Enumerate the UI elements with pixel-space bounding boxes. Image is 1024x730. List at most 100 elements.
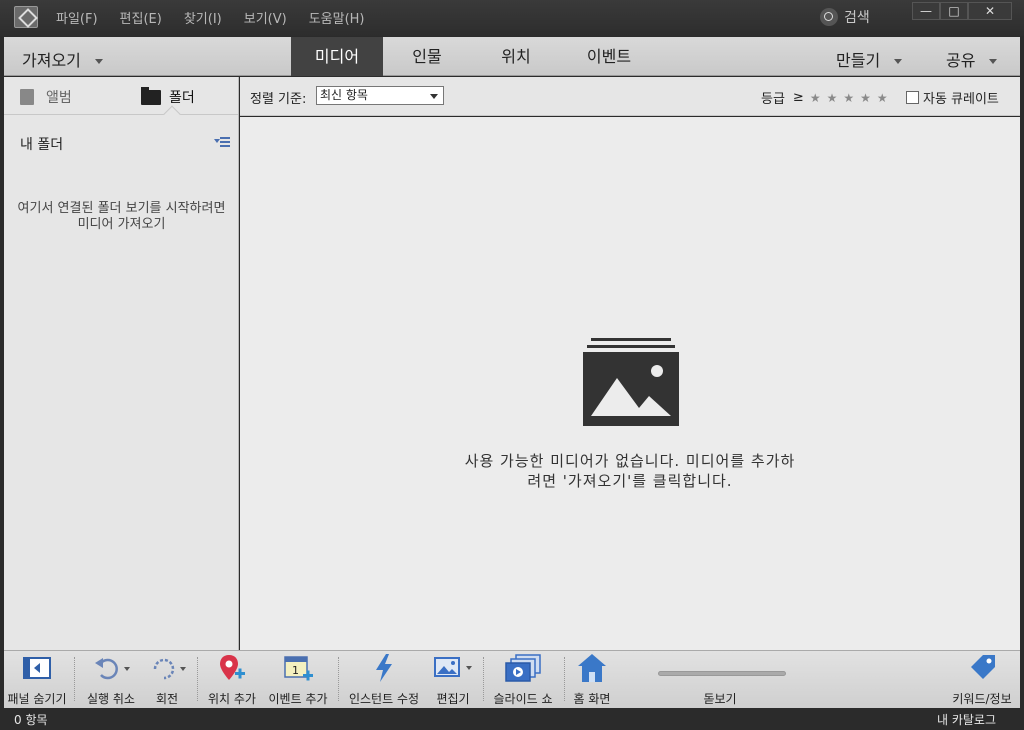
slideshow-icon — [505, 654, 541, 682]
empty-media-icon — [583, 338, 679, 426]
instant-fix-button[interactable]: 인스턴트 수정 — [344, 651, 424, 709]
folder-icon — [141, 86, 161, 105]
menu-edit[interactable]: 편집(E) — [120, 8, 162, 27]
folders-empty-message: 여기서 연결된 폴더 보기를 시작하려면미디어 가져오기 — [17, 201, 226, 232]
toolbar-divider — [483, 657, 484, 701]
left-panel: 앨범 폴더 내 폴더 여기서 연결된 폴더 보기를 시작하려면미디어 가져오기 — [4, 77, 239, 650]
home-screen-button[interactable]: 홈 화면 — [568, 651, 616, 709]
search-label: 검색 — [844, 10, 870, 26]
calendar-add-icon: 1 — [284, 656, 313, 681]
share-label: 공유 — [946, 51, 976, 70]
slideshow-label: 슬라이드 쇼 — [493, 692, 553, 706]
sort-bar: 정렬 기준: 최신 항목 등급 ≥ ★ ★ ★ ★ ★ 자동 큐레이트 — [240, 77, 1020, 116]
slideshow-button[interactable]: 슬라이드 쇼 — [488, 651, 558, 709]
editor-label: 편집기 — [436, 692, 470, 706]
title-bar: 파일(F) 편집(E) 찾기(I) 보기(V) 도움말(H) 검색 — □ ✕ — [0, 0, 1024, 36]
zoom-label: 돋보기 — [703, 692, 737, 706]
star-icon[interactable]: ★ — [810, 91, 821, 105]
rotate-button[interactable]: 회전 — [144, 651, 190, 709]
item-count: 0 항목 — [14, 713, 48, 727]
chevron-down-icon — [894, 59, 903, 64]
toolbar-divider — [338, 657, 339, 701]
bottom-toolbar: 패널 숨기기 실행 취소 회전 위치 추가 1 이벤트 추가 인스턴트 수정 편… — [4, 650, 1020, 708]
add-event-label: 이벤트 추가 — [268, 692, 328, 706]
left-panel-tabs: 앨범 폴더 — [4, 77, 238, 123]
panel-toggle-icon — [23, 657, 51, 679]
create-dropdown[interactable]: 만들기 — [836, 47, 903, 71]
app-logo-icon[interactable] — [14, 6, 38, 28]
active-tab-pointer — [163, 105, 181, 123]
my-folders-heading: 내 폴더 — [20, 137, 64, 153]
editor-button[interactable]: 편집기 — [428, 651, 478, 709]
close-button[interactable]: ✕ — [968, 2, 1012, 20]
album-icon — [20, 89, 34, 105]
catalog-name[interactable]: 내 카탈로그 — [937, 711, 996, 728]
tab-folders[interactable]: 폴더 — [141, 86, 195, 107]
search-icon — [820, 8, 838, 26]
search-button[interactable]: 검색 — [820, 7, 870, 27]
tab-albums-label: 앨범 — [46, 90, 72, 106]
star-icon[interactable]: ★ — [877, 91, 888, 105]
import-label: 가져오기 — [22, 51, 81, 70]
add-location-button[interactable]: 위치 추가 — [202, 651, 262, 709]
tab-albums[interactable]: 앨범 — [20, 87, 72, 107]
tab-folders-label: 폴더 — [169, 90, 195, 106]
photo-edit-icon — [434, 657, 472, 677]
tag-icon — [971, 655, 995, 679]
menu-file[interactable]: 파일(F) — [56, 8, 98, 27]
sort-select-value: 최신 항목 — [320, 88, 368, 102]
empty-media-message-line2: 려면 '가져오기'를 클릭합니다. — [527, 472, 733, 490]
auto-curate-label: 자동 큐레이트 — [923, 92, 999, 107]
sort-label: 정렬 기준: — [250, 92, 307, 107]
menu-view[interactable]: 보기(V) — [244, 8, 287, 27]
chevron-down-icon — [94, 59, 103, 64]
hide-panel-button[interactable]: 패널 숨기기 — [4, 651, 70, 709]
tab-media[interactable]: 미디어 — [291, 37, 383, 76]
media-grid-area: 사용 가능한 미디어가 없습니다. 미디어를 추가하 려면 '가져오기'를 클릭… — [240, 117, 1020, 650]
share-dropdown[interactable]: 공유 — [946, 47, 998, 71]
toolbar-divider — [74, 657, 75, 701]
add-location-label: 위치 추가 — [208, 692, 256, 706]
chevron-down-icon — [430, 94, 438, 99]
toolbar-divider — [197, 657, 198, 701]
hide-panel-label: 패널 숨기기 — [7, 692, 67, 706]
menu-help[interactable]: 도움말(H) — [309, 8, 365, 27]
instant-fix-label: 인스턴트 수정 — [348, 692, 420, 706]
empty-media-message: 사용 가능한 미디어가 없습니다. 미디어를 추가하 려면 '가져오기'를 클릭… — [400, 451, 860, 491]
keyword-info-label: 키워드/정보 — [952, 692, 1012, 706]
keyword-info-button[interactable]: 키워드/정보 — [946, 651, 1018, 709]
star-icon[interactable]: ★ — [860, 91, 871, 105]
svg-text:1: 1 — [292, 664, 299, 677]
star-icon[interactable]: ★ — [827, 91, 838, 105]
menu-bar: 파일(F) 편집(E) 찾기(I) 보기(V) 도움말(H) — [50, 8, 381, 27]
auto-curate-toggle[interactable]: 자동 큐레이트 — [906, 88, 999, 107]
home-screen-label: 홈 화면 — [573, 692, 611, 706]
lightning-icon — [376, 654, 392, 682]
tab-people[interactable]: 인물 — [383, 37, 471, 76]
auto-curate-checkbox[interactable] — [906, 91, 919, 104]
star-icon[interactable]: ★ — [843, 91, 854, 105]
minimize-button[interactable]: — — [912, 2, 940, 20]
rating-label: 등급 — [761, 92, 785, 107]
folder-view-options-icon[interactable] — [214, 137, 230, 147]
home-icon — [578, 654, 606, 682]
sort-select[interactable]: 최신 항목 — [316, 86, 444, 105]
maximize-button[interactable]: □ — [940, 2, 968, 20]
zoom-control: 돋보기 — [684, 651, 756, 709]
tab-events[interactable]: 이벤트 — [561, 37, 657, 76]
chevron-down-icon — [989, 59, 998, 64]
undo-button[interactable]: 실행 취소 — [78, 651, 144, 709]
undo-icon — [95, 658, 130, 680]
rating-operator[interactable]: ≥ — [793, 90, 804, 105]
menu-find[interactable]: 찾기(I) — [184, 8, 222, 27]
add-event-button[interactable]: 1 이벤트 추가 — [264, 651, 332, 709]
import-dropdown[interactable]: 가져오기 — [22, 47, 103, 71]
rating-filter: 등급 ≥ ★ ★ ★ ★ ★ — [761, 88, 894, 107]
create-label: 만들기 — [836, 51, 881, 70]
status-bar: 0 항목 내 카탈로그 — [0, 708, 1024, 730]
main-tab-bar: 가져오기 미디어 인물 위치 이벤트 만들기 공유 — [4, 37, 1020, 76]
undo-label: 실행 취소 — [87, 692, 135, 706]
empty-media-message-line1: 사용 가능한 미디어가 없습니다. 미디어를 추가하 — [464, 452, 796, 470]
tab-places[interactable]: 위치 — [471, 37, 561, 76]
toolbar-divider — [564, 657, 565, 701]
